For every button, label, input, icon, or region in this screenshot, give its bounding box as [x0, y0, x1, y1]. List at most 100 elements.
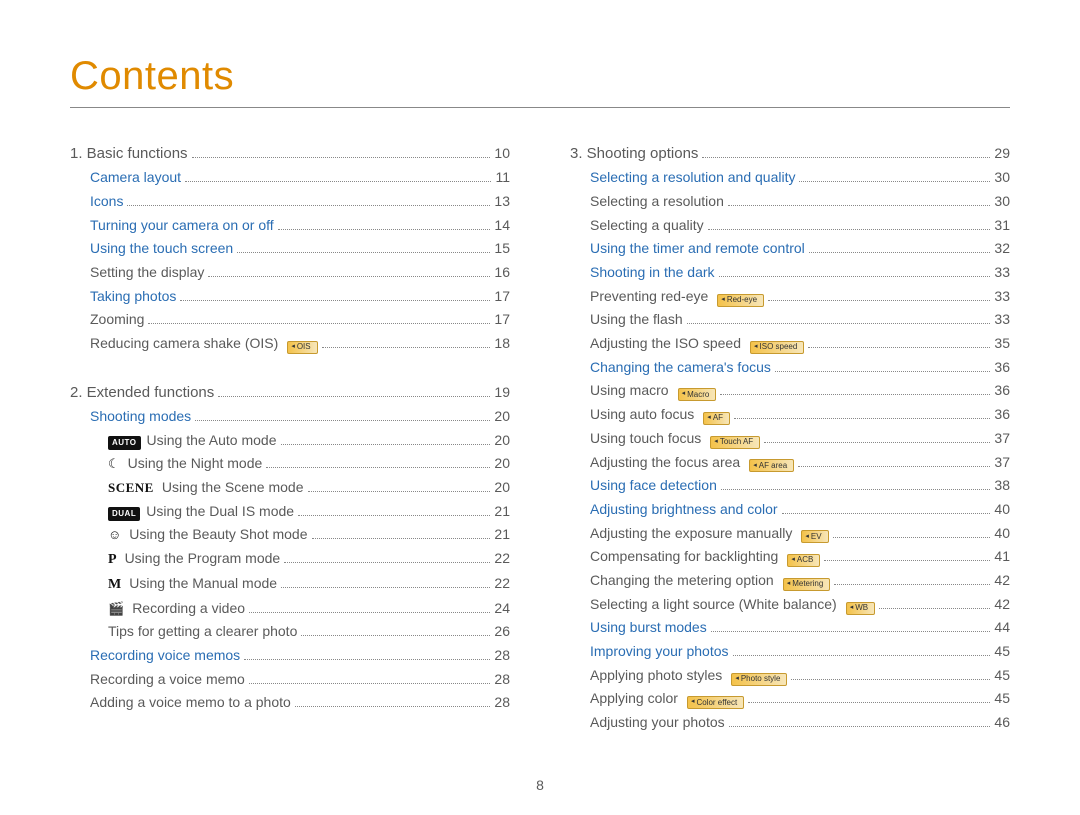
toc-page: 41: [994, 546, 1010, 568]
toc-entry: Using the flash33: [570, 309, 1010, 331]
toc-page: 45: [994, 665, 1010, 687]
toc-label-text: Using the Scene mode: [162, 477, 304, 499]
toc-label-text: Using the Beauty Shot mode: [129, 524, 307, 546]
toc-entry: PUsing the Program mode22: [70, 548, 510, 571]
toc-entry[interactable]: Shooting modes20: [70, 406, 510, 428]
leader-dots: [734, 418, 990, 419]
toc-entry: Changing the metering optionMetering42: [570, 570, 1010, 592]
toc-entry: Recording a voice memo 28: [70, 669, 510, 691]
leader-dots: [733, 655, 991, 656]
toc-entry[interactable]: Turning your camera on or off14: [70, 215, 510, 237]
toc-entry[interactable]: Taking photos17: [70, 286, 510, 308]
toc-page: 40: [994, 499, 1010, 521]
toc-page: 30: [994, 191, 1010, 213]
toc-entry[interactable]: Using face detection38: [570, 475, 1010, 497]
toc-label-text: Recording voice memos: [90, 645, 240, 667]
toc-label: Changing the camera's focus: [590, 357, 771, 379]
toc-label: Zooming: [90, 309, 144, 331]
toc-entry[interactable]: Changing the camera's focus36: [570, 357, 1010, 379]
toc-entry: Using touch focusTouch AF37: [570, 428, 1010, 450]
leader-dots: [218, 396, 490, 397]
toc-right-column: 3. Shooting options29Selecting a resolut…: [570, 142, 1010, 736]
leader-dots: [278, 229, 491, 230]
toc-page: 20: [494, 453, 510, 475]
leader-dots: [721, 489, 991, 490]
toc-label-text: Using macro: [590, 380, 669, 402]
toc-label-text: Reducing camera shake (OIS): [90, 333, 278, 355]
toc-label: Using face detection: [590, 475, 717, 497]
toc-entry[interactable]: Using the touch screen 15: [70, 238, 510, 260]
option-badge: WB: [846, 602, 875, 615]
leader-dots: [798, 466, 990, 467]
toc-entry: Using auto focusAF36: [570, 404, 1010, 426]
toc-entry[interactable]: Improving your photos45: [570, 641, 1010, 663]
mode-icon-m: M: [108, 574, 121, 596]
toc-page: 31: [994, 215, 1010, 237]
toc-entry[interactable]: Using the timer and remote control 32: [570, 238, 1010, 260]
toc-page: 28: [494, 645, 510, 667]
toc-label-text: Applying color: [590, 688, 678, 710]
toc-label-text: Preventing red-eye: [590, 286, 708, 308]
toc-label: Applying photo stylesPhoto style: [590, 665, 787, 687]
toc-page: 19: [494, 382, 510, 404]
toc-page: 18: [494, 333, 510, 355]
page-number: 8: [0, 777, 1080, 793]
toc-label: Recording a voice memo: [90, 669, 245, 691]
toc-entry[interactable]: Selecting a resolution and quality30: [570, 167, 1010, 189]
toc-label: Using macro Macro: [590, 380, 716, 402]
toc-label: Using the timer and remote control: [590, 238, 805, 260]
toc-entry[interactable]: Shooting in the dark33: [570, 262, 1010, 284]
toc-label: Changing the metering optionMetering: [590, 570, 830, 592]
toc-label: Preventing red-eyeRed-eye: [590, 286, 764, 308]
toc-label-text: 3. Shooting options: [570, 142, 698, 165]
leader-dots: [708, 229, 991, 230]
toc-page: 21: [494, 524, 510, 546]
toc-page: 14: [494, 215, 510, 237]
toc-page: 45: [994, 641, 1010, 663]
toc-page: 13: [494, 191, 510, 213]
toc-page: 28: [494, 692, 510, 714]
option-badge: Macro: [678, 388, 717, 401]
toc-entry: Zooming17: [70, 309, 510, 331]
toc-entry: MUsing the Manual mode22: [70, 573, 510, 596]
toc-label-text: Taking photos: [90, 286, 176, 308]
toc-page: 42: [994, 594, 1010, 616]
toc-page: 36: [994, 380, 1010, 402]
toc-entry[interactable]: Adjusting brightness and color40: [570, 499, 1010, 521]
option-badge: ACB: [787, 554, 820, 567]
toc-page: 32: [994, 238, 1010, 260]
toc-entry: Applying colorColor effect45: [570, 688, 1010, 710]
mode-icon-p: P: [108, 549, 117, 571]
toc-entry[interactable]: Camera layout11: [70, 167, 510, 189]
toc-label: Shooting modes: [90, 406, 191, 428]
toc-entry[interactable]: Using burst modes44: [570, 617, 1010, 639]
toc-entry[interactable]: Icons 13: [70, 191, 510, 213]
toc-page: 28: [494, 669, 510, 691]
mode-icon-video: 🎬: [108, 599, 124, 619]
toc-label-text: Using the Manual mode: [129, 573, 277, 595]
toc-entry: 1. Basic functions10: [70, 142, 510, 165]
toc-label: DUALUsing the Dual IS mode: [108, 501, 294, 523]
toc-page: 20: [494, 477, 510, 499]
toc-page: 20: [494, 430, 510, 452]
leader-dots: [824, 560, 990, 561]
toc-label-text: Using the flash: [590, 309, 683, 331]
toc-label-text: Using the Dual IS mode: [146, 501, 294, 523]
leader-dots: [266, 467, 490, 468]
leader-dots: [768, 300, 990, 301]
toc-label: Icons: [90, 191, 123, 213]
toc-label-text: Recording a voice memo: [90, 669, 245, 691]
option-badge: OIS: [287, 341, 317, 354]
toc-label-text: Compensating for backlighting: [590, 546, 778, 568]
toc-entry[interactable]: Recording voice memos 28: [70, 645, 510, 667]
toc-label: Using the touch screen: [90, 238, 233, 260]
toc-label: Reducing camera shake (OIS) OIS: [90, 333, 318, 355]
leader-dots: [308, 491, 491, 492]
toc-page: 15: [494, 238, 510, 260]
toc-label-text: Tips for getting a clearer photo: [108, 621, 297, 643]
mode-icon-auto: AUTO: [108, 436, 141, 450]
toc-label: Applying colorColor effect: [590, 688, 744, 710]
toc-label-text: Adjusting the focus area: [590, 452, 740, 474]
leader-dots: [799, 181, 990, 182]
toc-page: 26: [494, 621, 510, 643]
